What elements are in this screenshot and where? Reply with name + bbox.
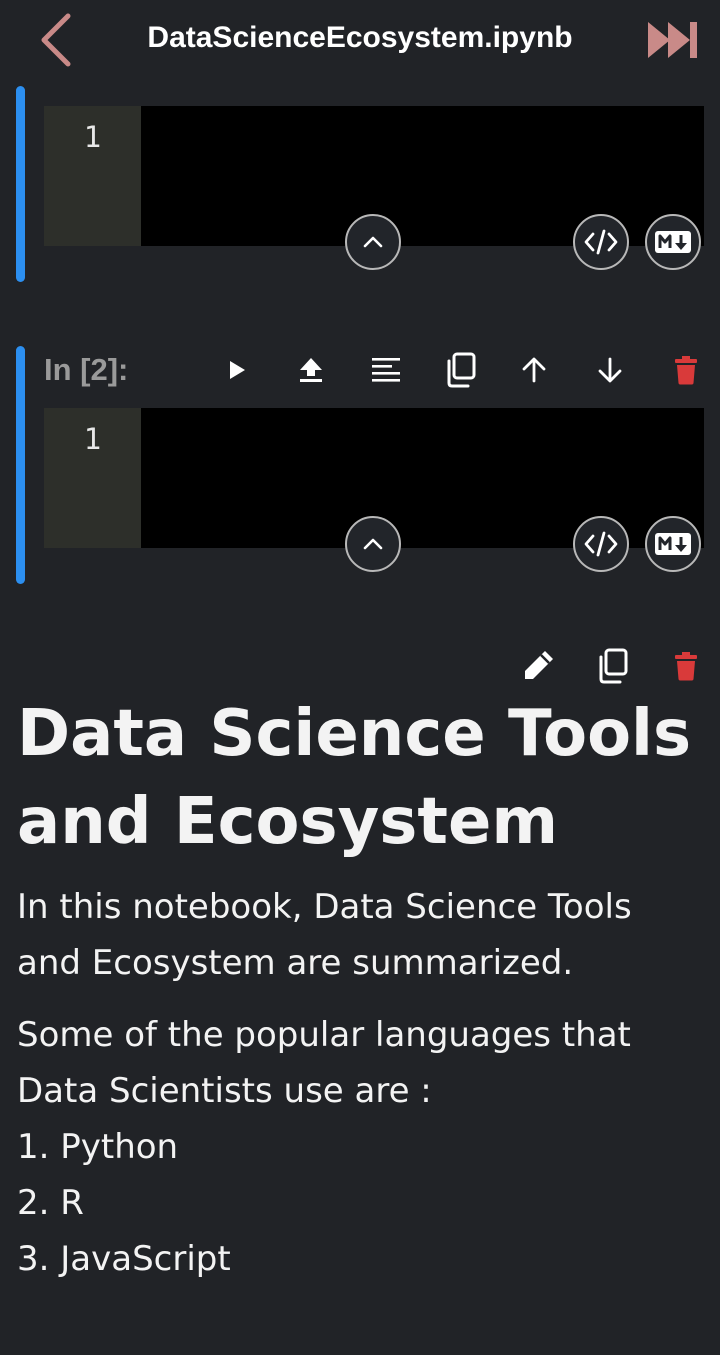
execution-prompt: In [2]:: [44, 352, 129, 387]
line-number: 1: [83, 120, 102, 154]
format-code-button[interactable]: [362, 346, 410, 394]
delete-markdown-button[interactable]: [662, 642, 710, 690]
chevron-left-icon: [41, 13, 71, 67]
convert-to-code-button[interactable]: [573, 214, 629, 270]
cell-selection-bar: [16, 86, 25, 282]
markdown-icon: [655, 231, 691, 253]
convert-to-markdown-button[interactable]: [645, 214, 701, 270]
back-button[interactable]: [28, 12, 84, 68]
markdown-intro: In this notebook, Data Science Tools and…: [17, 887, 632, 983]
copy-cell-button[interactable]: [436, 346, 484, 394]
collapse-button[interactable]: [345, 516, 401, 572]
edit-markdown-button[interactable]: [514, 642, 562, 690]
copy-icon: [599, 648, 628, 684]
code-cell-2[interactable]: In [2]: 1: [0, 346, 720, 586]
line-gutter: 1: [44, 408, 141, 548]
upload-icon: [300, 358, 322, 382]
pencil-icon: [525, 651, 553, 679]
markdown-icon: [655, 533, 691, 555]
line-gutter: 1: [44, 106, 141, 246]
list-item: 3. JavaScript: [17, 1239, 231, 1279]
markdown-languages-intro: Some of the popular languages that Data …: [17, 1015, 631, 1111]
code-icon: [584, 229, 618, 255]
convert-to-code-button[interactable]: [573, 516, 629, 572]
collapse-button[interactable]: [345, 214, 401, 270]
list-item: 1. Python: [17, 1127, 179, 1167]
line-number: 1: [83, 422, 102, 456]
format-icon: [372, 358, 400, 382]
cell-selection-bar: [16, 346, 25, 584]
list-item: 2. R: [17, 1183, 84, 1223]
chevron-up-icon: [363, 236, 383, 248]
code-cell-1[interactable]: 1: [0, 86, 720, 286]
run-cell-button[interactable]: [212, 346, 260, 394]
app-header: DataScienceEcosystem.ipynb: [0, 0, 720, 86]
markdown-heading: Data Science Tools and Ecosystem: [17, 697, 692, 859]
trash-icon: [675, 356, 697, 385]
trash-icon: [675, 652, 697, 681]
copy-icon: [447, 352, 476, 388]
convert-to-markdown-button[interactable]: [645, 516, 701, 572]
arrow-up-icon: [522, 357, 546, 383]
chevron-up-icon: [363, 538, 383, 550]
code-icon: [584, 531, 618, 557]
notebook-title: DataScienceEcosystem.ipynb: [147, 21, 573, 54]
arrow-down-icon: [598, 357, 622, 383]
language-list: 1. Python 2. R 3. JavaScript: [17, 1119, 697, 1287]
play-icon: [230, 361, 245, 379]
fast-forward-icon: [648, 22, 697, 58]
run-all-button[interactable]: [640, 14, 704, 66]
move-down-button[interactable]: [586, 346, 634, 394]
copy-markdown-button[interactable]: [588, 642, 636, 690]
delete-cell-button[interactable]: [662, 346, 710, 394]
run-above-button[interactable]: [287, 346, 335, 394]
move-up-button[interactable]: [510, 346, 558, 394]
